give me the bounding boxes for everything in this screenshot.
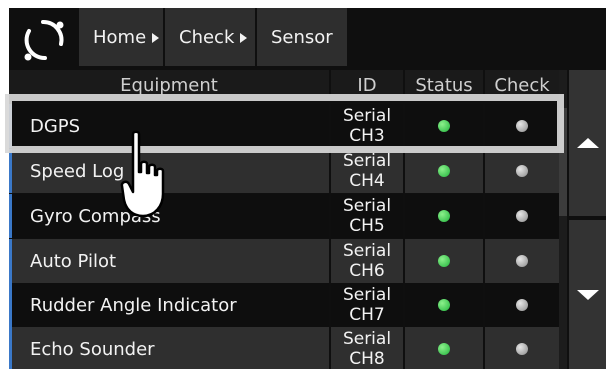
check-indicator-icon <box>516 210 528 222</box>
status-cell <box>405 239 483 283</box>
breadcrumb-check[interactable]: Check <box>165 8 255 66</box>
check-cell[interactable] <box>485 239 559 283</box>
status-cell <box>405 149 483 193</box>
table-row[interactable]: Speed Log Serial CH4 <box>9 149 559 193</box>
check-cell[interactable] <box>485 149 559 193</box>
id-line: Serial <box>342 151 392 171</box>
id-line: CH8 <box>349 349 385 369</box>
chevron-right-icon <box>152 33 160 43</box>
breadcrumb-home[interactable]: Home <box>79 8 163 66</box>
check-cell[interactable] <box>485 194 559 238</box>
equipment-id: Serial CH5 <box>331 194 403 238</box>
status-indicator-icon <box>438 210 450 222</box>
status-indicator-icon <box>438 165 450 177</box>
equipment-id: Serial CH8 <box>331 327 403 369</box>
status-indicator-icon <box>438 343 450 355</box>
id-line: Serial <box>342 329 392 349</box>
table-row[interactable]: Rudder Angle Indicator Serial CH7 <box>9 283 559 327</box>
status-cell <box>405 283 483 327</box>
check-indicator-icon <box>516 165 528 177</box>
check-cell[interactable] <box>485 283 559 327</box>
table-row[interactable]: Echo Sounder Serial CH8 <box>9 327 559 369</box>
scroll-up-button[interactable] <box>569 70 606 216</box>
breadcrumb-sensor[interactable]: Sensor <box>257 8 347 66</box>
scroll-down-button[interactable] <box>569 220 606 369</box>
sensor-check-screen: Home Check Sensor Equipment ID Status Ch… <box>9 8 606 369</box>
id-line: CH7 <box>349 305 385 325</box>
check-indicator-icon <box>516 299 528 311</box>
check-cell[interactable] <box>485 327 559 369</box>
breadcrumb-sensor-label: Sensor <box>271 26 333 48</box>
equipment-id: Serial CH6 <box>331 239 403 283</box>
id-line: Serial <box>342 285 392 305</box>
check-indicator-icon <box>516 255 528 267</box>
id-line: CH5 <box>349 216 385 236</box>
status-indicator-icon <box>438 255 450 267</box>
equipment-id: Serial CH7 <box>331 283 403 327</box>
selection-highlight <box>5 94 564 153</box>
equipment-name: Rudder Angle Indicator <box>9 283 329 327</box>
check-indicator-icon <box>516 343 528 355</box>
id-line: CH6 <box>349 261 385 281</box>
ring-logo-icon[interactable] <box>19 16 67 64</box>
status-indicator-icon <box>438 299 450 311</box>
table-row[interactable]: Auto Pilot Serial CH6 <box>9 239 559 283</box>
equipment-id: Serial CH4 <box>331 149 403 193</box>
arrow-down-icon <box>576 289 599 300</box>
id-line: Serial <box>342 196 392 216</box>
id-line: CH4 <box>349 171 385 191</box>
equipment-name: Echo Sounder <box>9 327 329 369</box>
arrow-up-icon <box>576 138 599 148</box>
breadcrumb-home-label: Home <box>93 26 147 48</box>
breadcrumb-check-label: Check <box>179 26 235 48</box>
hand-pointer-icon <box>120 130 165 218</box>
status-cell <box>405 327 483 369</box>
equipment-name: Auto Pilot <box>9 239 329 283</box>
status-cell <box>405 194 483 238</box>
table-row[interactable]: Gyro Compass Serial CH5 <box>9 194 559 238</box>
chevron-right-icon <box>240 33 248 43</box>
id-line: Serial <box>342 241 392 261</box>
